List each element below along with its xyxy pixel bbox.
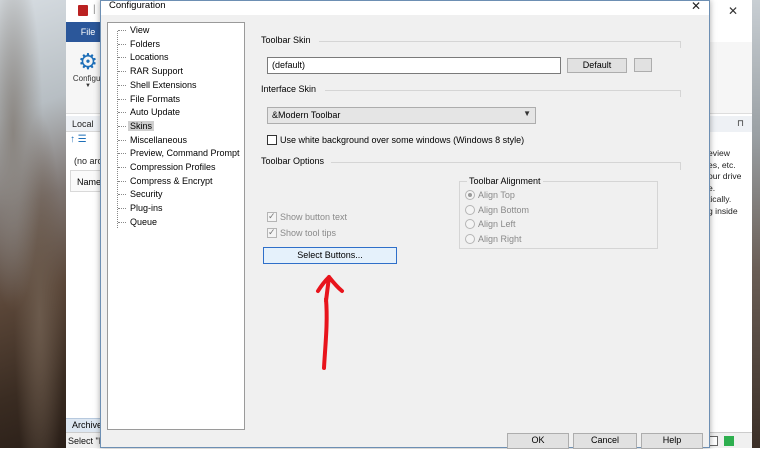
tree-item-auto-update[interactable]: Auto Update xyxy=(118,106,182,119)
background-close-icon[interactable]: ✕ xyxy=(728,4,738,18)
tree-item-label: Miscellaneous xyxy=(130,134,188,145)
toolbar-skin-rule-end xyxy=(680,41,681,48)
ok-button[interactable]: OK xyxy=(507,433,569,449)
radio-align-left[interactable]: Align Left xyxy=(465,218,516,230)
configuration-dialog: Configuration ✕ View Folders Locations RAR … xyxy=(100,0,710,449)
status-green-icon[interactable] xyxy=(724,436,734,446)
tree-item-locations[interactable]: Locations xyxy=(118,51,171,64)
radio-label: Align Right xyxy=(478,233,522,244)
show-tool-tips-row[interactable]: Show tool tips xyxy=(267,226,337,239)
settings-tree: View Folders Locations RAR Support Shell Ext… xyxy=(107,22,245,430)
radio-align-right[interactable]: Align Right xyxy=(465,233,522,245)
tree-item-plug-ins[interactable]: Plug-ins xyxy=(118,202,165,215)
chevron-down-icon: ▼ xyxy=(523,109,531,118)
toolbar-skin-input[interactable]: (default) xyxy=(267,57,561,74)
radio-circle[interactable] xyxy=(465,190,475,200)
tree-item-label: Queue xyxy=(130,216,158,227)
side-panel-text: eview es, etc. our drive e. tically. g i… xyxy=(708,148,742,216)
show-tool-tips-checkbox[interactable] xyxy=(267,226,277,238)
tree-item-rar-support[interactable]: RAR Support xyxy=(118,65,185,78)
tree-item-folders[interactable]: Folders xyxy=(118,38,162,51)
local-label: Local xyxy=(72,119,94,129)
white-background-checkbox[interactable] xyxy=(267,135,277,145)
toolbar-options-header: Toolbar Options xyxy=(261,156,325,166)
tree-item-file-formats[interactable]: File Formats xyxy=(118,93,182,106)
white-background-checkbox-row[interactable]: Use white background over some windows (… xyxy=(267,134,524,146)
address-text: (no arc xyxy=(74,156,103,166)
title-separator: | xyxy=(93,4,96,15)
tree-item-label: Auto Update xyxy=(130,107,181,118)
desktop-wallpaper xyxy=(0,0,66,448)
radio-circle[interactable] xyxy=(465,233,475,244)
tree-item-label: Shell Extensions xyxy=(130,79,197,90)
tree-item-compress-encrypt[interactable]: Compress & Encrypt xyxy=(118,175,215,188)
tree-item-label: Compress & Encrypt xyxy=(130,175,213,186)
help-button[interactable]: Help xyxy=(641,433,703,449)
white-background-label: Use white background over some windows (… xyxy=(280,135,525,145)
show-button-text-row[interactable]: Show button text xyxy=(267,210,348,223)
tree-item-label: Skins xyxy=(128,120,155,131)
toolbar-options-rule-end xyxy=(680,162,681,170)
interface-skin-rule-end xyxy=(680,90,681,97)
show-button-text-label: Show button text xyxy=(280,212,348,222)
dialog-title-bar: Configuration ✕ xyxy=(101,0,709,15)
radio-label: Align Left xyxy=(478,219,516,229)
show-tool-tips-label: Show tool tips xyxy=(280,228,337,238)
tree-item-label: View xyxy=(130,25,150,35)
tree-item-label: Folders xyxy=(130,38,161,49)
radio-align-bottom[interactable]: Align Bottom xyxy=(465,204,529,216)
show-button-text-checkbox[interactable] xyxy=(267,210,277,222)
tree-item-skins[interactable]: Skins xyxy=(118,120,155,133)
dialog-title: Configuration xyxy=(109,0,166,11)
winrar-app-icon xyxy=(78,5,88,16)
tree-item-label: Preview, Command Prompt xyxy=(130,148,240,159)
tree-item-security[interactable]: Security xyxy=(118,188,165,201)
red-arrow-annotation xyxy=(316,275,344,370)
nav-icons: ↑ ☰ xyxy=(70,134,87,145)
radio-circle[interactable] xyxy=(465,204,475,215)
toolbar-options-rule xyxy=(331,162,681,163)
radio-align-top[interactable]: Align Top xyxy=(465,189,515,201)
cancel-button[interactable]: Cancel xyxy=(573,433,637,449)
tree-item-queue[interactable]: Queue xyxy=(118,216,159,229)
tree-item-label: Compression Profiles xyxy=(130,162,216,172)
tree-item-label: Locations xyxy=(130,52,169,63)
up-arrow-icon[interactable]: ↑ xyxy=(70,134,75,145)
tree-item-label: RAR Support xyxy=(130,66,184,77)
tree-item-compression-profiles[interactable]: Compression Profiles xyxy=(118,161,218,174)
interface-skin-rule xyxy=(325,90,681,91)
close-icon[interactable]: ✕ xyxy=(691,0,701,13)
radio-label: Align Bottom xyxy=(478,204,530,215)
default-button[interactable]: Default xyxy=(567,58,627,73)
tree-item-shell-extensions[interactable]: Shell Extensions xyxy=(118,79,199,92)
interface-skin-header: Interface Skin xyxy=(261,84,317,94)
tree-item-label: Plug-ins xyxy=(130,203,163,214)
toolbar-alignment-legend: Toolbar Alignment xyxy=(467,176,543,186)
tree-item-label: File Formats xyxy=(130,93,181,104)
toolbar-skin-header: Toolbar Skin xyxy=(261,35,311,45)
interface-skin-value: &Modern Toolbar xyxy=(272,110,341,120)
pin-icon[interactable]: ⊓ xyxy=(737,118,744,129)
select-buttons-button[interactable]: Select Buttons... xyxy=(263,247,397,264)
tree-item-view[interactable]: View xyxy=(118,24,151,37)
list-view-icon[interactable]: ☰ xyxy=(78,134,87,145)
tree-item-miscellaneous[interactable]: Miscellaneous xyxy=(118,134,189,147)
radio-label: Align Top xyxy=(478,190,515,200)
radio-circle[interactable] xyxy=(465,219,475,229)
desktop-wallpaper-right xyxy=(752,0,760,448)
tree-item-preview-command-prompt[interactable]: Preview, Command Prompt xyxy=(118,147,242,160)
right-pane-header: ⊓ xyxy=(708,116,752,132)
toolbar-skin-rule xyxy=(319,41,681,42)
status-icons xyxy=(708,436,738,446)
tree-item-label: Security xyxy=(130,189,163,200)
interface-skin-select[interactable]: &Modern Toolbar ▼ xyxy=(267,107,536,124)
skin-browse-button[interactable] xyxy=(634,58,652,72)
